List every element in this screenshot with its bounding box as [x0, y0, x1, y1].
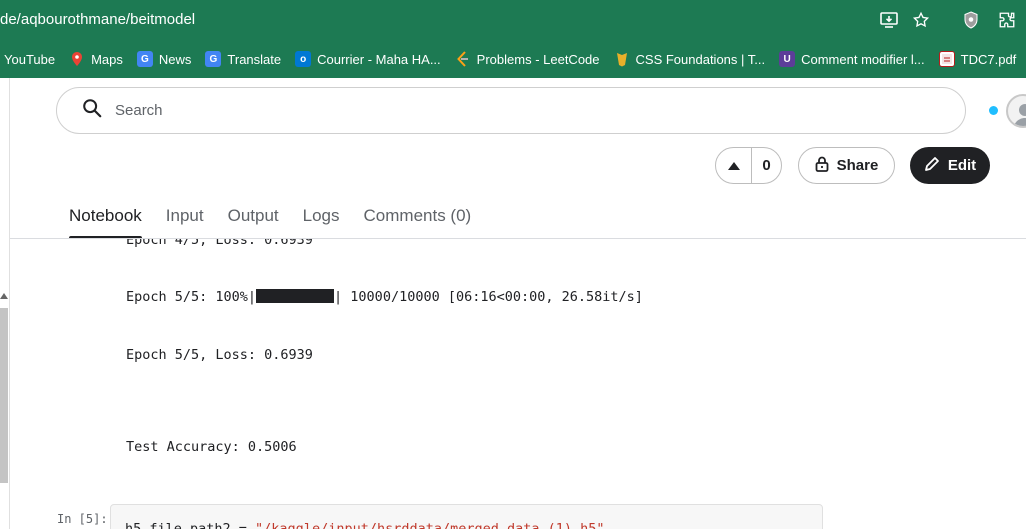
code-string: "/kaggle/input/hsrddata/merged_data (1).…: [255, 521, 605, 529]
shield-extension-icon[interactable]: [960, 9, 982, 31]
bookmark-news-label: News: [158, 51, 192, 67]
bookmarks-bar: YouTube Maps G News G Translate o Courri…: [0, 40, 1026, 78]
bookmark-css-foundations-label: CSS Foundations | T...: [635, 51, 766, 67]
tab-input[interactable]: Input: [166, 203, 204, 239]
output-loss-line: Epoch 5/5, Loss: 0.6939: [126, 347, 313, 363]
bookmark-courrier-label: Courrier - Maha HA...: [317, 51, 441, 67]
tab-comments[interactable]: Comments (0): [364, 203, 472, 239]
pencil-icon: [924, 156, 940, 176]
vote-count: 0: [762, 157, 771, 174]
search-input[interactable]: Search: [56, 87, 966, 134]
bookmark-leetcode[interactable]: Problems - LeetCode: [455, 47, 600, 71]
comment-modifier-icon: U: [779, 51, 796, 67]
cell-execution-label: In [5]:: [57, 512, 108, 526]
bookmark-maps-label: Maps: [91, 51, 123, 67]
bookmark-comment-modifier[interactable]: U Comment modifier l...: [779, 47, 925, 71]
upvote-control: 0: [715, 147, 782, 184]
code-line[interactable]: h5_file_path2 = "/kaggle/input/hsrddata/…: [125, 521, 605, 529]
code-prefix: h5_file_path2 =: [125, 521, 256, 529]
code-cell[interactable]: h5_file_path2 = "/kaggle/input/hsrddata/…: [110, 504, 823, 529]
bookmark-star-icon[interactable]: [910, 9, 932, 31]
install-app-icon[interactable]: [878, 9, 900, 31]
pdf-icon: [938, 51, 955, 67]
bookmark-tdc7-label: TDC7.pdf: [960, 51, 1017, 67]
output-accuracy-line: Test Accuracy: 0.5006: [126, 439, 297, 455]
search-icon: [81, 97, 103, 124]
bookmark-tdc7[interactable]: TDC7.pdf: [938, 47, 1017, 71]
maps-icon: [69, 51, 85, 67]
share-label: Share: [836, 157, 879, 174]
lock-icon: [815, 156, 829, 176]
bookmark-youtube[interactable]: YouTube: [4, 47, 55, 71]
bookmark-courrier[interactable]: o Courrier - Maha HA...: [295, 47, 441, 71]
left-rail: [0, 78, 10, 529]
progress-bar-fill: [256, 289, 335, 303]
scroll-up-arrow-icon[interactable]: [0, 293, 8, 299]
search-placeholder: Search: [115, 102, 163, 119]
tab-notebook[interactable]: Notebook: [69, 203, 142, 239]
bookmark-translate-label: Translate: [227, 51, 282, 67]
bookmark-youtube-label: YouTube: [4, 51, 56, 67]
news-icon: G: [136, 51, 153, 67]
extensions-puzzle-icon[interactable]: [996, 9, 1018, 31]
bookmark-css-foundations[interactable]: CSS Foundations | T...: [614, 47, 766, 71]
progress-prefix: Epoch 5/5: 100%|: [126, 289, 257, 305]
translate-icon: G: [205, 51, 222, 67]
upvote-button[interactable]: [716, 148, 752, 183]
scrollbar-thumb[interactable]: [0, 308, 8, 483]
share-button[interactable]: Share: [798, 147, 895, 184]
tab-logs[interactable]: Logs: [303, 203, 340, 239]
url-text[interactable]: de/aqbourothmane/beitmodel: [0, 11, 195, 28]
bookmark-translate[interactable]: G Translate: [205, 47, 281, 71]
edit-button[interactable]: Edit: [910, 147, 990, 184]
cell-output: Epoch 4/5, Loss: 0.6939 Epoch 5/5: 100%|…: [10, 239, 1026, 529]
bookmark-news[interactable]: G News: [136, 47, 192, 71]
caret-up-icon: [727, 161, 740, 170]
bookmark-comment-modifier-label: Comment modifier l...: [801, 51, 925, 67]
avatar[interactable]: [1006, 94, 1026, 128]
edit-label: Edit: [947, 157, 977, 174]
output-line-epoch4: Epoch 4/5, Loss: 0.6939: [126, 239, 313, 248]
progress-suffix: | 10000/10000 [06:16<00:00, 26.58it/s]: [334, 289, 643, 305]
tab-output[interactable]: Output: [228, 203, 279, 239]
notification-dot: [989, 106, 998, 115]
outlook-icon: o: [295, 51, 312, 67]
browser-url-bar[interactable]: de/aqbourothmane/beitmodel: [0, 0, 1026, 40]
notebook-tabs: Notebook Input Output Logs Comments (0): [69, 203, 495, 239]
css-foundations-icon: [614, 51, 630, 67]
leetcode-icon: [455, 51, 471, 67]
bookmark-maps[interactable]: Maps: [69, 47, 123, 71]
bookmark-leetcode-label: Problems - LeetCode: [476, 51, 600, 67]
output-progress-line: Epoch 5/5: 100%| | 10000/10000 [06:16<00:…: [126, 289, 643, 305]
